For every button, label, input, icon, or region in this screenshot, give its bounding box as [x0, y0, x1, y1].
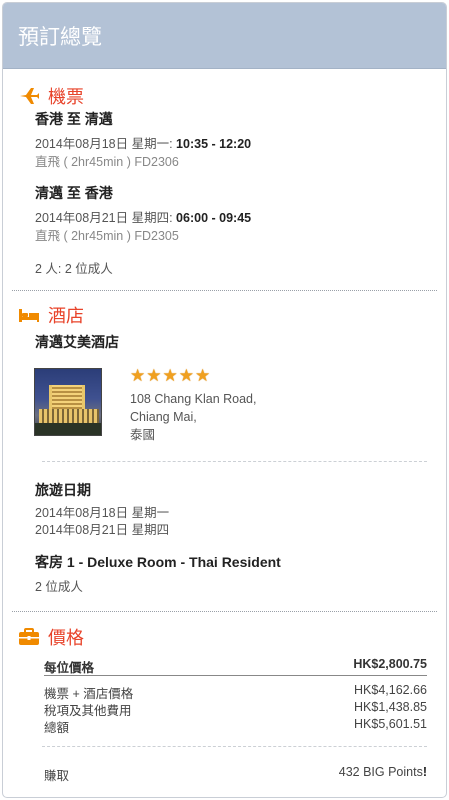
section-divider	[12, 611, 437, 612]
outbound-time: 10:35 - 12:20	[176, 137, 252, 151]
star-icon: ★	[146, 366, 162, 385]
outbound-route: 香港 至 清邁	[35, 111, 113, 127]
address-line: 108 Chang Klan Road,	[130, 392, 257, 406]
star-icon: ★	[178, 366, 194, 385]
room-guests: 2 位成人	[35, 580, 83, 594]
price-item-value: HK$5,601.51	[354, 717, 427, 731]
per-person-label: 每位價格	[44, 661, 95, 675]
page-title: 預訂總覽	[18, 25, 102, 49]
travel-dates-title: 旅遊日期	[35, 482, 91, 498]
star-icon: ★	[162, 366, 178, 385]
hotel-section: 酒店	[12, 303, 437, 327]
price-item-label: 總額	[44, 721, 70, 735]
earn-points: 432 BIG Points!	[339, 765, 427, 784]
return-date: 2014年08月21日 星期四:	[35, 211, 173, 225]
outbound-details: 直飛 ( 2hr45min ) FD2306	[35, 155, 179, 169]
price-line-item: 總額 HK$5,601.51	[44, 717, 427, 736]
hotel-address: 108 Chang Klan Road, Chiang Mai, 泰國	[130, 390, 256, 444]
return-time: 06:00 - 09:45	[176, 211, 252, 225]
earn-label: 賺取	[44, 769, 70, 783]
briefcase-icon	[18, 627, 40, 647]
hotel-name[interactable]: 清邁艾美酒店	[35, 332, 119, 352]
outbound-schedule: 2014年08月18日 星期一: 10:35 - 12:20	[35, 133, 251, 152]
return-details: 直飛 ( 2hr45min ) FD2305	[35, 229, 179, 243]
earn-points-row: 賺取 432 BIG Points!	[44, 765, 427, 784]
room-title: 客房 1 - Deluxe Room - Thai Resident	[35, 554, 281, 570]
check-out-date: 2014年08月21日 星期四	[35, 523, 170, 537]
per-person-value: HK$2,800.75	[353, 657, 427, 671]
inner-divider	[42, 461, 427, 462]
bed-icon	[18, 305, 40, 325]
passenger-count: 2 人: 2 位成人	[35, 262, 113, 276]
panel-header: 預訂總覽	[3, 3, 446, 69]
star-icon: ★	[195, 366, 211, 385]
per-person-price-row: 每位價格 HK$2,800.75	[44, 657, 427, 676]
section-divider	[12, 290, 437, 291]
star-icon: ★	[130, 366, 146, 385]
address-line: Chiang Mai,	[130, 410, 197, 424]
airplane-icon	[18, 86, 40, 106]
price-section-title: 價格	[48, 628, 84, 649]
earn-value: 432 BIG Points	[338, 765, 423, 779]
flights-section: 機票	[12, 84, 437, 108]
return-route: 清邁 至 香港	[35, 185, 113, 201]
price-section: 價格	[12, 625, 437, 649]
hotel-rating: ★ ★ ★ ★ ★	[130, 367, 210, 384]
outbound-date: 2014年08月18日 星期一:	[35, 137, 173, 151]
price-underline	[44, 675, 427, 676]
hotel-photo[interactable]	[34, 368, 102, 436]
flights-section-title: 機票	[48, 87, 84, 108]
address-line: 泰國	[130, 428, 156, 442]
return-schedule: 2014年08月21日 星期四: 06:00 - 09:45	[35, 207, 251, 226]
earn-suffix: !	[422, 765, 427, 779]
hotel-section-title: 酒店	[48, 306, 84, 327]
inner-divider	[42, 746, 427, 747]
